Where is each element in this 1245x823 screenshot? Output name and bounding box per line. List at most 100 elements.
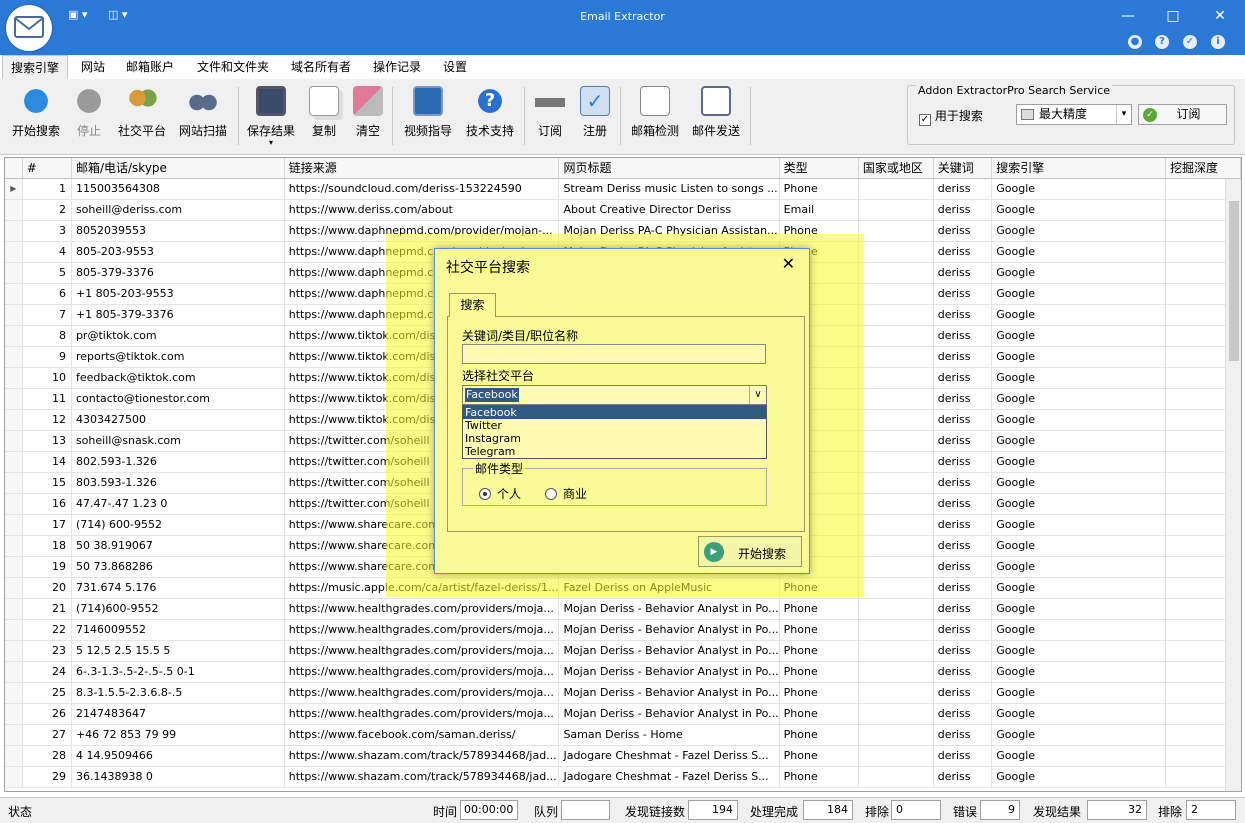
table-cell[interactable]: Jadogare Cheshmat - Fazel Deriss S... (558, 766, 780, 788)
scrollbar-thumb[interactable] (1229, 201, 1239, 361)
row-indicator[interactable] (5, 724, 23, 746)
table-cell[interactable] (858, 766, 934, 788)
addon-subscribe-button[interactable]: ✓ 订阅 (1138, 104, 1227, 125)
table-cell[interactable]: Google (991, 325, 1167, 347)
table-row[interactable]: 29 36.1438938 0 https://www.shazam.com/tra… (5, 766, 1241, 788)
table-row[interactable]: 28 4 14.9509466 https://www.shazam.com/tra… (5, 745, 1241, 767)
table-cell[interactable]: deriss (933, 703, 993, 725)
table-cell[interactable]: Mojan Deriss PA-C Physician Assistan... (558, 220, 780, 242)
table-row[interactable]: 20 731.674 5.176 https://music.apple.com/c… (5, 577, 1241, 599)
table-cell[interactable]: 803.593-1.326 (71, 472, 285, 494)
tab-files-folders[interactable]: 文件和文件夹 (189, 55, 277, 79)
table-cell[interactable]: Google (991, 514, 1167, 536)
row-indicator[interactable] (5, 661, 23, 683)
table-cell[interactable] (858, 430, 934, 452)
table-cell[interactable]: Google (991, 640, 1167, 662)
row-indicator[interactable] (5, 199, 23, 221)
table-cell[interactable]: feedback@tiktok.com (71, 367, 285, 389)
table-cell[interactable] (858, 598, 934, 620)
maximize-button[interactable]: □ (1158, 6, 1188, 26)
table-cell[interactable]: Google (991, 451, 1167, 473)
table-cell[interactable]: https://www.deriss.com/about (284, 199, 560, 221)
table-cell[interactable]: https://www.shazam.com/track/578934468/j… (284, 745, 560, 767)
table-cell[interactable]: Google (991, 388, 1167, 410)
table-cell[interactable] (858, 535, 934, 557)
table-cell[interactable]: 15 (22, 472, 72, 494)
table-cell[interactable]: deriss (933, 283, 993, 305)
table-cell[interactable]: 27 (22, 724, 72, 746)
table-cell[interactable]: 28 (22, 745, 72, 767)
table-cell[interactable]: Google (991, 346, 1167, 368)
column-header[interactable]: # (22, 158, 72, 179)
table-cell[interactable]: deriss (933, 745, 993, 767)
table-cell[interactable]: Google (991, 241, 1167, 263)
table-row[interactable]: 22 7146009552 https://www.healthgrades.com… (5, 619, 1241, 641)
table-cell[interactable] (858, 388, 934, 410)
table-cell[interactable]: Phone (779, 220, 859, 242)
table-cell[interactable] (858, 640, 934, 662)
table-cell[interactable]: Google (991, 724, 1167, 746)
table-row[interactable]: 23 5 12.5 2.5 15.5 5 https://www.healthgra… (5, 640, 1241, 662)
table-cell[interactable] (858, 241, 934, 263)
mail-send-button[interactable]: 邮件发送 (688, 85, 744, 145)
table-cell[interactable]: deriss (933, 640, 993, 662)
table-cell[interactable] (858, 724, 934, 746)
table-cell[interactable]: deriss (933, 367, 993, 389)
mailbox-check-button[interactable]: 邮箱检测 (627, 85, 683, 145)
table-cell[interactable] (858, 304, 934, 326)
tab-operation-log[interactable]: 操作记录 (365, 55, 429, 79)
table-cell[interactable]: deriss (933, 598, 993, 620)
site-scan-button[interactable]: 网站扫描 (175, 85, 231, 145)
tech-support-button[interactable]: ? 技术支持 (462, 85, 518, 145)
table-cell[interactable]: Google (991, 745, 1167, 767)
tab-search-engine[interactable]: 搜索引擎 (2, 55, 69, 79)
tab-website[interactable]: 网站 (73, 55, 113, 79)
table-cell[interactable]: Google (991, 409, 1167, 431)
close-button[interactable]: ✕ (1205, 6, 1235, 26)
tab-search[interactable]: 搜索 (449, 293, 496, 317)
table-cell[interactable]: (714)600-9552 (71, 598, 285, 620)
table-cell[interactable]: (714) 600-9552 (71, 514, 285, 536)
table-cell[interactable] (858, 283, 934, 305)
table-cell[interactable]: Google (991, 367, 1167, 389)
table-cell[interactable]: 50 38.919067 (71, 535, 285, 557)
table-cell[interactable]: Google (991, 682, 1167, 704)
table-cell[interactable] (858, 346, 934, 368)
table-cell[interactable]: Google (991, 304, 1167, 326)
table-cell[interactable]: Google (991, 199, 1167, 221)
table-cell[interactable] (858, 472, 934, 494)
table-cell[interactable]: deriss (933, 766, 993, 788)
table-row[interactable]: 24 6-.3-1.3-.5-2-.5-.5 0-1 https://www.hea… (5, 661, 1241, 683)
table-cell[interactable]: 50 73.868286 (71, 556, 285, 578)
row-indicator[interactable] (5, 745, 23, 767)
table-cell[interactable]: https://www.healthgrades.com/providers/m… (284, 682, 560, 704)
table-cell[interactable]: pr@tiktok.com (71, 325, 285, 347)
table-cell[interactable]: Phone (779, 703, 859, 725)
platform-option-facebook[interactable]: Facebook (463, 406, 766, 419)
table-cell[interactable]: 4303427500 (71, 409, 285, 431)
register-button[interactable]: ✓ 注册 (577, 85, 613, 145)
table-cell[interactable]: Mojan Deriss - Behavior Analyst in Po... (558, 682, 780, 704)
table-cell[interactable]: contacto@tionestor.com (71, 388, 285, 410)
row-indicator[interactable] (5, 556, 23, 578)
table-cell[interactable]: https://www.healthgrades.com/providers/m… (284, 598, 560, 620)
help-icon[interactable]: ? (1155, 35, 1169, 49)
table-cell[interactable]: deriss (933, 724, 993, 746)
table-cell[interactable] (858, 451, 934, 473)
table-cell[interactable]: deriss (933, 178, 993, 200)
row-indicator[interactable] (5, 451, 23, 473)
table-cell[interactable]: Phone (779, 745, 859, 767)
table-cell[interactable] (858, 514, 934, 536)
table-cell[interactable]: 802.593-1.326 (71, 451, 285, 473)
table-cell[interactable]: Mojan Deriss - Behavior Analyst in Po... (558, 598, 780, 620)
table-cell[interactable]: 21 (22, 598, 72, 620)
table-cell[interactable]: 6-.3-1.3-.5-2-.5-.5 0-1 (71, 661, 285, 683)
table-cell[interactable]: Google (991, 472, 1167, 494)
row-indicator[interactable] (5, 535, 23, 557)
table-cell[interactable]: soheill@deriss.com (71, 199, 285, 221)
table-cell[interactable]: Google (991, 178, 1167, 200)
column-header[interactable]: 关键词 (933, 158, 993, 179)
table-cell[interactable]: Fazel Deriss on AppleMusic (558, 577, 780, 599)
table-cell[interactable]: Google (991, 577, 1167, 599)
table-cell[interactable]: 23 (22, 640, 72, 662)
